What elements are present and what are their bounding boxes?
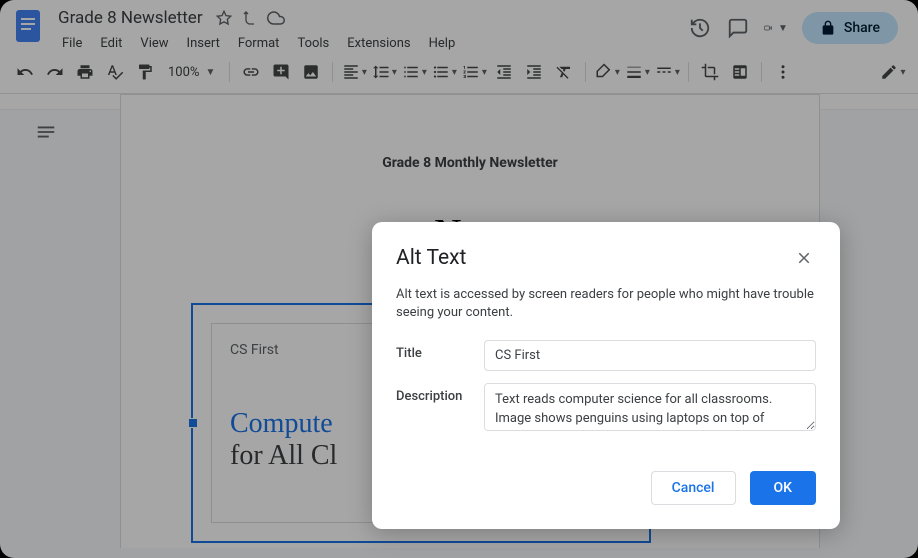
cloud-status-icon[interactable]: [267, 9, 285, 27]
docs-logo-icon[interactable]: [12, 6, 44, 46]
close-icon: [795, 249, 813, 267]
description-input[interactable]: [484, 383, 816, 431]
print-button[interactable]: [72, 59, 98, 85]
share-label: Share: [844, 20, 880, 36]
page-header: Grade 8 Monthly Newsletter: [201, 155, 739, 171]
border-weight-button[interactable]: ▾: [624, 59, 650, 85]
menu-file[interactable]: File: [54, 32, 90, 55]
comments-icon[interactable]: [726, 16, 750, 40]
document-title[interactable]: Grade 8 Newsletter: [54, 6, 207, 30]
image-options-button[interactable]: [727, 59, 753, 85]
title-input[interactable]: [484, 340, 816, 371]
menu-tools[interactable]: Tools: [289, 32, 337, 55]
toolbar: 100%▼ ▾ ▾ ▾ ▾ ▾ ▾ ▾ ▾ ▾: [0, 55, 918, 94]
menu-format[interactable]: Format: [230, 32, 288, 55]
dialog-title: Alt Text: [396, 246, 466, 270]
paint-format-button[interactable]: [132, 59, 158, 85]
menu-insert[interactable]: Insert: [179, 32, 228, 55]
close-button[interactable]: [792, 246, 816, 270]
clear-formatting-button[interactable]: [551, 59, 577, 85]
move-icon[interactable]: [241, 9, 259, 27]
overflow-menu-button[interactable]: [770, 59, 796, 85]
border-color-button[interactable]: ▾: [594, 59, 620, 85]
insert-link-button[interactable]: [238, 59, 264, 85]
checklist-button[interactable]: ▾: [401, 59, 427, 85]
numbered-list-button[interactable]: ▾: [461, 59, 487, 85]
align-button[interactable]: ▾: [341, 59, 367, 85]
app-header: Grade 8 Newsletter File Edit View Insert…: [0, 0, 918, 55]
title-area: Grade 8 Newsletter File Edit View Insert…: [54, 6, 688, 55]
share-button[interactable]: Share: [802, 12, 898, 44]
add-comment-button[interactable]: [268, 59, 294, 85]
ok-button[interactable]: OK: [750, 471, 817, 505]
cancel-button[interactable]: Cancel: [651, 471, 736, 505]
star-icon[interactable]: [215, 9, 233, 27]
increase-indent-button[interactable]: [521, 59, 547, 85]
crop-button[interactable]: [697, 59, 723, 85]
bulleted-list-button[interactable]: ▾: [431, 59, 457, 85]
zoom-select[interactable]: 100%▼: [162, 63, 221, 82]
insert-image-button[interactable]: [298, 59, 324, 85]
alt-text-dialog: Alt Text Alt text is accessed by screen …: [372, 222, 840, 529]
history-icon[interactable]: [688, 16, 712, 40]
editing-mode-button[interactable]: ▾: [880, 59, 906, 85]
dialog-description: Alt text is accessed by screen readers f…: [396, 286, 816, 322]
title-field-label: Title: [396, 340, 484, 371]
menu-view[interactable]: View: [132, 32, 176, 55]
spellcheck-button[interactable]: [102, 59, 128, 85]
undo-button[interactable]: [12, 59, 38, 85]
decrease-indent-button[interactable]: [491, 59, 517, 85]
description-field-label: Description: [396, 383, 484, 431]
menu-bar: File Edit View Insert Format Tools Exten…: [54, 32, 688, 55]
outline-toggle-icon[interactable]: [32, 118, 60, 146]
menu-help[interactable]: Help: [421, 32, 464, 55]
lock-icon: [820, 20, 836, 36]
redo-button[interactable]: [42, 59, 68, 85]
menu-extensions[interactable]: Extensions: [339, 32, 418, 55]
line-spacing-button[interactable]: ▾: [371, 59, 397, 85]
menu-edit[interactable]: Edit: [92, 32, 130, 55]
meet-icon[interactable]: ▼: [764, 16, 788, 40]
border-dash-button[interactable]: ▾: [654, 59, 680, 85]
